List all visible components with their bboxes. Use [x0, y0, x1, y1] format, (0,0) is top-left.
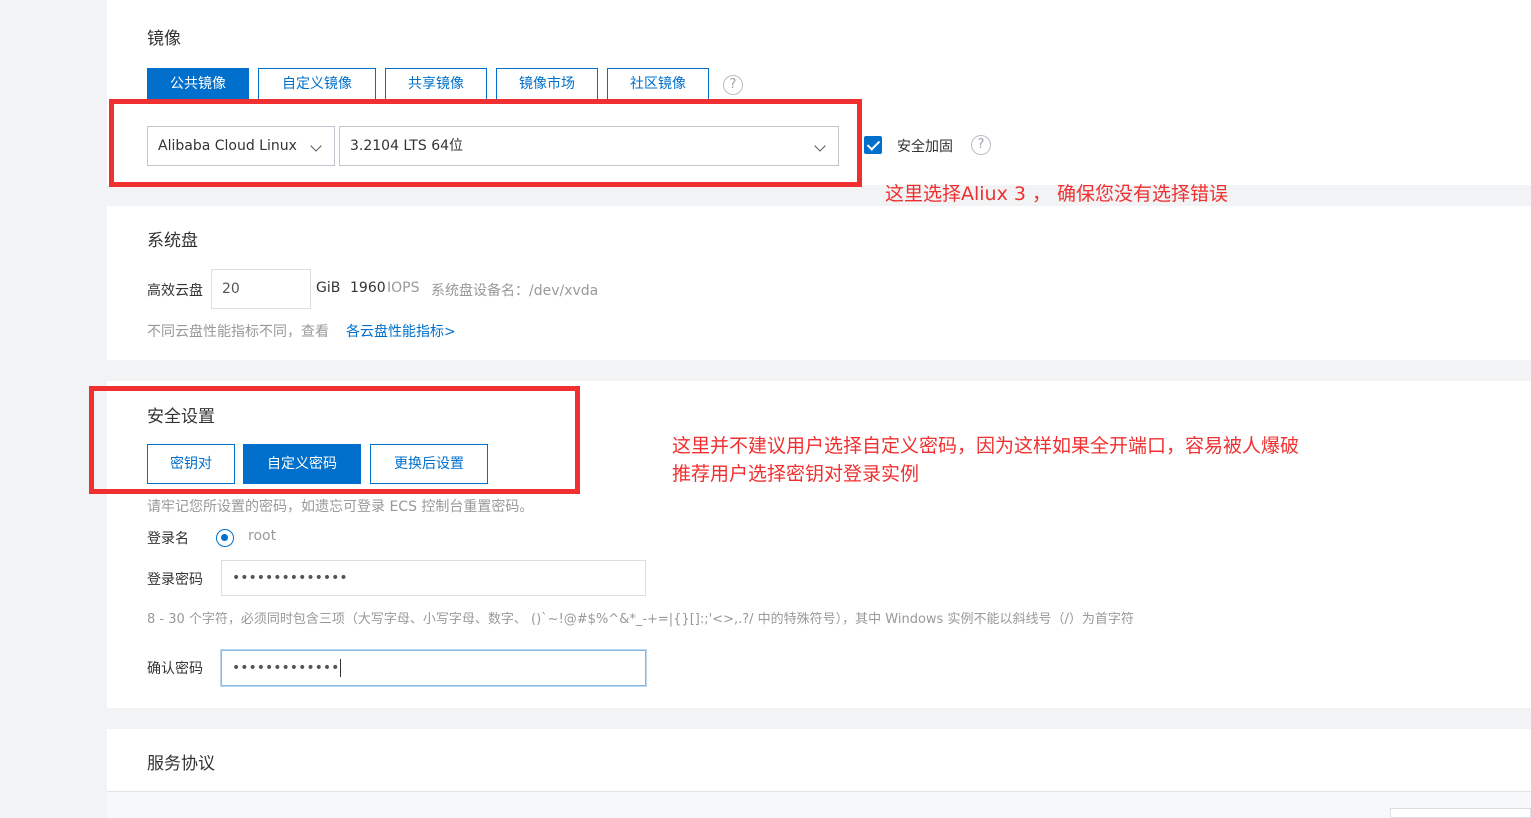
- security-help-icon[interactable]: ?: [971, 135, 991, 155]
- disk-device-name: 系统盘设备名：/dev/xvda: [431, 283, 599, 299]
- disk-iops-value: 1960: [350, 280, 386, 296]
- password-label: 登录密码: [147, 572, 203, 588]
- login-name-radio[interactable]: [216, 529, 234, 547]
- image-help-icon[interactable]: ?: [723, 75, 743, 95]
- login-name-value: root: [248, 528, 277, 544]
- agreement-section: [107, 729, 1531, 791]
- password-input[interactable]: ••••••••••••••: [221, 560, 646, 596]
- security-hardening-checkbox[interactable]: [864, 136, 882, 154]
- image-section-title: 镜像: [147, 29, 181, 49]
- annotation-security-line2: 推荐用户选择密钥对登录实例: [672, 463, 920, 485]
- agreement-title: 服务协议: [147, 754, 215, 774]
- annotation-box-image: [109, 99, 862, 187]
- tab-custom-image[interactable]: 自定义镜像: [258, 68, 376, 100]
- login-name-label: 登录名: [147, 531, 189, 547]
- disk-hint-text: 不同云盘性能指标不同，查看: [147, 324, 329, 340]
- footer-action-box[interactable]: [1390, 808, 1531, 818]
- annotation-box-security: [89, 386, 580, 494]
- tab-shared-image[interactable]: 共享镜像: [385, 68, 487, 100]
- annotation-image-note: 这里选择Aliux 3 ， 确保您没有选择错误: [885, 183, 1229, 205]
- disk-size-input[interactable]: 20: [211, 269, 311, 309]
- password-rule-hint: 8 - 30 个字符，必须同时包含三项（大写字母、小写字母、数字、 ()`~!@…: [147, 612, 1134, 627]
- disk-performance-link[interactable]: 各云盘性能指标>: [346, 321, 456, 341]
- system-disk-title: 系统盘: [147, 231, 198, 251]
- annotation-security-line1: 这里并不建议用户选择自定义密码，因为这样如果全开端口，容易被人爆破: [672, 435, 1300, 457]
- text-caret: [340, 659, 342, 677]
- password-reminder: 请牢记您所设置的密码，如遗忘可登录 ECS 控制台重置密码。: [147, 499, 534, 515]
- confirm-password-label: 确认密码: [147, 661, 203, 677]
- footer-bar: [107, 791, 1531, 818]
- confirm-password-input[interactable]: •••••••••••••: [221, 650, 646, 686]
- disk-type-label: 高效云盘: [147, 283, 203, 299]
- tab-public-image[interactable]: 公共镜像: [147, 68, 249, 100]
- tab-community-image[interactable]: 社区镜像: [607, 68, 709, 100]
- disk-iops-label: IOPS: [387, 280, 420, 296]
- confirm-password-value: •••••••••••••: [232, 660, 340, 676]
- disk-unit: GiB: [316, 280, 341, 296]
- security-hardening-label: 安全加固: [897, 139, 953, 155]
- tab-image-market[interactable]: 镜像市场: [496, 68, 598, 100]
